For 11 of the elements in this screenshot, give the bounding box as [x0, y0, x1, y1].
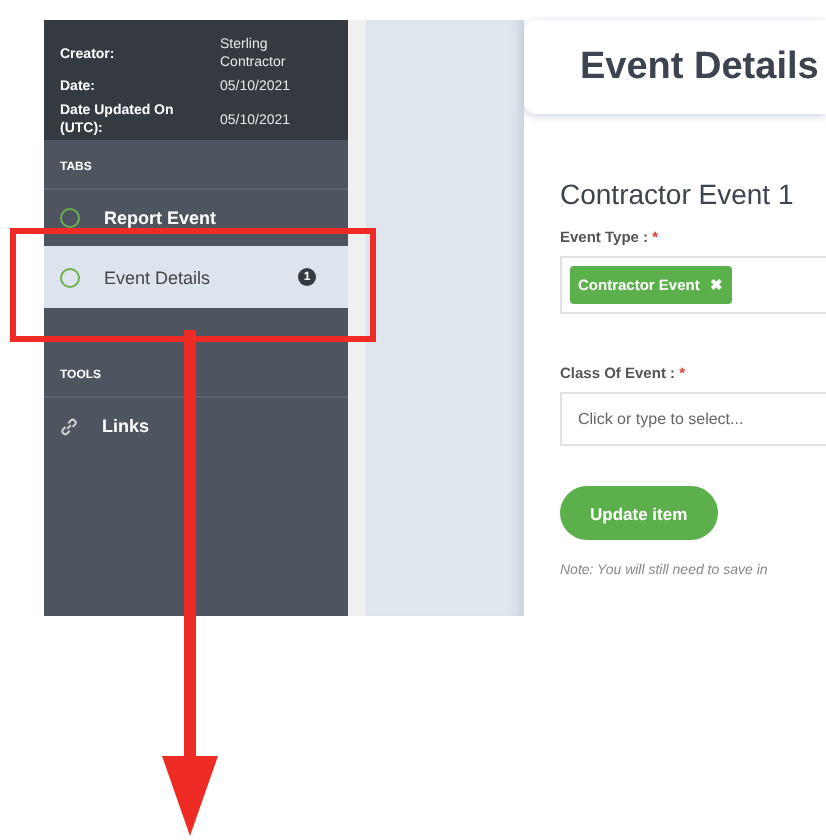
item-label: Event Details — [104, 267, 211, 287]
sidebar-item[interactable]: Links — [44, 398, 348, 454]
status-ring-icon — [60, 267, 80, 287]
select-field[interactable]: Click or type to select... — [560, 392, 826, 446]
status-ring-icon — [60, 208, 80, 228]
item-label: Links — [102, 416, 150, 436]
link-icon — [60, 417, 78, 435]
item-label: Report Event — [104, 208, 217, 228]
sidebar-item[interactable]: Report Event — [44, 190, 348, 246]
page-title: Event Details — [580, 45, 819, 89]
form-title: Contractor Event 1 — [560, 178, 796, 210]
